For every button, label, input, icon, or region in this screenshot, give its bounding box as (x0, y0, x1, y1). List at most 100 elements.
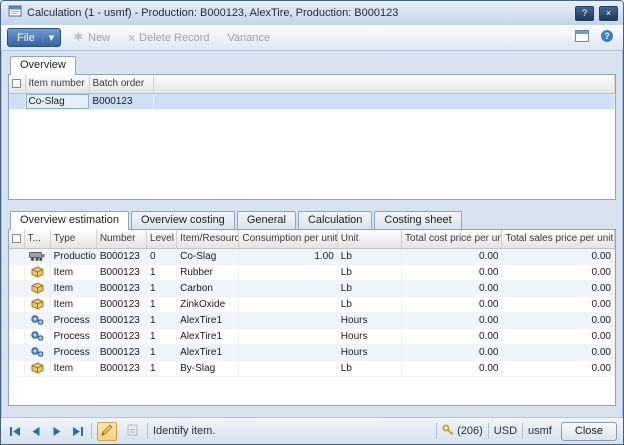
cell-consumption[interactable] (238, 264, 338, 281)
row-selector[interactable] (9, 264, 25, 281)
cell-level[interactable]: 1 (146, 264, 178, 281)
cell-level[interactable]: 1 (146, 296, 178, 313)
cell-consumption[interactable] (238, 280, 338, 297)
edit-record-button[interactable] (97, 421, 117, 441)
delete-record-button[interactable]: × Delete Record (122, 28, 215, 48)
row-selector[interactable] (9, 312, 25, 329)
column-header-total-sales[interactable]: Total sales price per unit (501, 230, 615, 249)
tab-overview[interactable]: Overview (10, 56, 76, 75)
cell-level[interactable]: 1 (146, 360, 178, 377)
window-layout-button[interactable] (572, 29, 592, 47)
checkbox-icon[interactable] (12, 234, 21, 244)
cell-unit[interactable]: Lb (337, 360, 403, 377)
cell-total-sales[interactable]: 0.00 (501, 248, 615, 265)
help-button[interactable]: ? (597, 29, 617, 47)
column-header-consumption[interactable]: Consumption per unit (238, 230, 338, 249)
close-button[interactable]: Close (560, 421, 617, 441)
cell-number[interactable]: B000123 (96, 344, 148, 361)
column-header-item-number[interactable]: Item number (25, 75, 90, 94)
select-all-header[interactable] (9, 230, 25, 249)
cell-item-resource[interactable]: Rubber (176, 264, 240, 281)
cell-type[interactable]: Item (50, 296, 97, 313)
cell-unit[interactable]: Hours (337, 344, 403, 361)
cell-type[interactable]: Process (50, 312, 97, 329)
cell-unit[interactable]: Lb (337, 280, 403, 297)
cell-level[interactable]: 1 (146, 280, 178, 297)
cell-level[interactable]: 1 (146, 328, 178, 345)
cell-total-cost[interactable]: 0.00 (401, 296, 503, 313)
currency-label[interactable]: USD (494, 425, 517, 437)
cell-number[interactable]: B000123 (96, 248, 148, 265)
next-record-button[interactable] (49, 423, 65, 439)
cell-unit[interactable]: Lb (337, 248, 403, 265)
select-all-header[interactable] (9, 75, 26, 94)
cell-item-resource[interactable]: AlexTire1 (176, 312, 240, 329)
row-selector[interactable] (9, 248, 25, 265)
estimation-row[interactable]: Process B000123 1 AlexTire1 Hours 0.00 0.00 (9, 312, 615, 329)
tab-costing-sheet[interactable]: Costing sheet (374, 211, 462, 229)
last-record-button[interactable] (70, 423, 86, 439)
checkbox-icon[interactable] (12, 79, 21, 89)
cell-item-resource[interactable]: ZinkOxide (176, 296, 240, 313)
tab-overview-costing[interactable]: Overview costing (131, 211, 235, 229)
cell-unit[interactable]: Hours (337, 312, 403, 329)
cell-number[interactable]: B000123 (96, 312, 148, 329)
alerts-indicator[interactable]: (206) (442, 424, 483, 439)
cell-consumption[interactable] (238, 328, 338, 345)
cell-batch-order[interactable]: B000123 (89, 93, 154, 110)
overview-row[interactable]: Co-Slag B000123 (9, 93, 615, 110)
cell-number[interactable]: B000123 (96, 296, 148, 313)
cell-item-number[interactable]: Co-Slag (25, 93, 90, 110)
cell-unit[interactable]: Lb (337, 264, 403, 281)
cell-unit[interactable]: Lb (337, 296, 403, 313)
cell-total-cost[interactable]: 0.00 (401, 280, 503, 297)
cell-level[interactable]: 0 (146, 248, 178, 265)
cell-level[interactable]: 1 (146, 344, 178, 361)
column-header-level[interactable]: Level (146, 230, 178, 249)
titlebar-close-button[interactable]: × (599, 5, 618, 21)
titlebar-help-button[interactable]: ? (575, 5, 594, 21)
column-header-batch-order[interactable]: Batch order (89, 75, 154, 94)
tab-overview-estimation[interactable]: Overview estimation (10, 211, 130, 230)
estimation-row[interactable]: Item B000123 1 By-Slag Lb 0.00 0.00 (9, 360, 615, 377)
cell-type[interactable]: Item (50, 280, 97, 297)
cell-type[interactable]: Item (50, 264, 97, 281)
cell-type[interactable]: Item (50, 360, 97, 377)
cell-item-resource[interactable]: Co-Slag (176, 248, 240, 265)
row-selector[interactable] (9, 280, 25, 297)
cell-number[interactable]: B000123 (96, 360, 148, 377)
cell-total-sales[interactable]: 0.00 (501, 264, 615, 281)
document-handling-button[interactable] (122, 422, 142, 441)
cell-total-sales[interactable]: 0.00 (501, 312, 615, 329)
cell-total-cost[interactable]: 0.00 (401, 328, 503, 345)
cell-total-sales[interactable]: 0.00 (501, 280, 615, 297)
row-selector[interactable] (9, 360, 25, 377)
variance-button[interactable]: Variance (221, 28, 276, 48)
tab-general[interactable]: General (236, 211, 296, 229)
cell-total-sales[interactable]: 0.00 (501, 328, 615, 345)
cell-type[interactable]: Process (50, 344, 97, 361)
estimation-row[interactable]: Process B000123 1 AlexTire1 Hours 0.00 0.00 (9, 344, 615, 361)
column-header-number[interactable]: Number (96, 230, 148, 249)
estimation-row[interactable]: Process B000123 1 AlexTire1 Hours 0.00 0.00 (9, 328, 615, 345)
cell-item-resource[interactable]: AlexTire1 (176, 344, 240, 361)
cell-total-cost[interactable]: 0.00 (401, 360, 503, 377)
row-selector[interactable] (9, 296, 25, 313)
row-selector[interactable] (9, 93, 26, 110)
column-header-unit[interactable]: Unit (337, 230, 403, 249)
column-header-item-resource[interactable]: Item/Resource (176, 230, 240, 249)
estimation-row[interactable]: Item B000123 1 Rubber Lb 0.00 0.00 (9, 264, 615, 281)
cell-total-sales[interactable]: 0.00 (501, 296, 615, 313)
cell-type[interactable]: Production (50, 248, 97, 265)
first-record-button[interactable] (7, 423, 23, 439)
column-header-type-icon[interactable]: T... (24, 230, 51, 249)
estimation-row[interactable]: ProductionB0001230Co-Slag1.00Lb0.000.00 (9, 248, 615, 265)
cell-item-resource[interactable]: By-Slag (176, 360, 240, 377)
previous-record-button[interactable] (28, 423, 44, 439)
new-button[interactable]: New (67, 28, 116, 48)
cell-total-sales[interactable]: 0.00 (501, 360, 615, 377)
cell-consumption[interactable] (238, 344, 338, 361)
estimation-row[interactable]: Item B000123 1 ZinkOxide Lb 0.00 0.00 (9, 296, 615, 313)
cell-item-resource[interactable]: AlexTire1 (176, 328, 240, 345)
estimation-row[interactable]: Item B000123 1 Carbon Lb 0.00 0.00 (9, 280, 615, 297)
